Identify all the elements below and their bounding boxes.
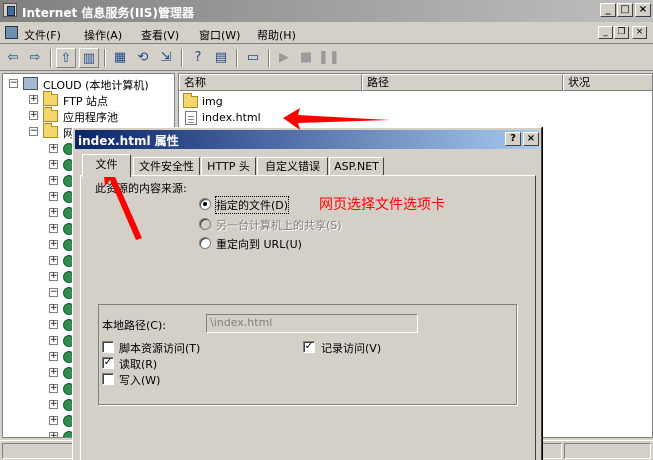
arrow-to-file-tab xyxy=(103,166,142,240)
arrow-to-index-html xyxy=(283,108,390,130)
annotation-arrows xyxy=(103,108,390,240)
tab-file[interactable]: 文件 xyxy=(82,154,131,177)
